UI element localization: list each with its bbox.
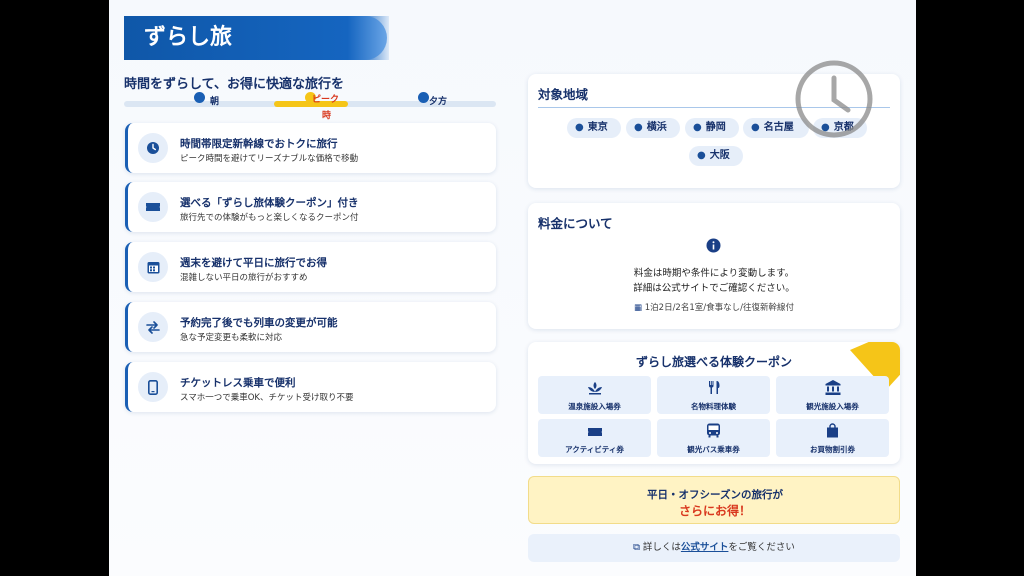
feature-title: 予約完了後でも列車の変更が可能 — [180, 317, 338, 329]
region-chip-yokohama[interactable]: ● 横浜 — [626, 118, 680, 138]
feature-item-weekday[interactable]: 週末を避けて平日に旅行でお得 混雑しない平日の旅行がおすすめ — [125, 242, 496, 292]
timeline-peak-label-2: 時 — [322, 111, 332, 121]
price-note-1: 料金は時期や条件により変動します。 — [633, 268, 795, 279]
feature-desc: スマホ一つで乗車OK、チケット受け取り不要 — [180, 393, 354, 403]
feature-desc: 急な予定変更も柔軟に対応 — [180, 333, 283, 343]
utensils-icon — [657, 380, 770, 399]
region-chip-shizuoka[interactable]: ● 静岡 — [685, 118, 739, 138]
price-plan: ▦ 1泊2日/2名1室/食事なし/往復新幹線付 — [528, 301, 900, 313]
feature-desc: ピーク時間を避けてリーズナブルな価格で移動 — [180, 154, 359, 164]
feature-item-ticketless[interactable]: チケットレス乗車で便利 スマホ一つで乗車OK、チケット受け取り不要 — [125, 362, 496, 412]
region-title: 対象地域 — [538, 87, 589, 102]
calendar-icon: ▦ — [634, 303, 643, 313]
coupon-activity[interactable]: アクティビティ券 — [538, 419, 651, 457]
feature-title: 週末を避けて平日に旅行でお得 — [180, 257, 327, 269]
timeline-evening-dot — [418, 92, 429, 103]
promo-banner: 平日・オフシーズンの旅行が さらにお得！ — [528, 476, 900, 524]
coupon-shopping[interactable]: お買物割引券 — [776, 419, 889, 457]
hero-subtitle: 時間をずらして、お得に快適な旅行を — [124, 77, 344, 92]
ticket-icon — [138, 192, 168, 222]
price-plan-text: 1泊2日/2名1室/食事なし/往復新幹線付 — [644, 303, 794, 313]
feature-item-shinkansen[interactable]: 時間帯限定新幹線でおトクに旅行 ピーク時間を避けてリーズナブルな価格で移動 — [125, 123, 496, 173]
feature-desc: 混雑しない平日の旅行がおすすめ — [180, 273, 308, 283]
coupon-sightseeing-bus[interactable]: 観光バス乗車券 — [657, 419, 770, 457]
ticket-icon — [538, 423, 651, 442]
link-prefix: 詳しくは — [642, 542, 681, 553]
clock-icon — [793, 58, 875, 140]
promo-line-1: 平日・オフシーズンの旅行が — [647, 489, 783, 501]
swap-icon — [138, 312, 168, 342]
price-title: 料金について — [538, 216, 613, 231]
feature-desc: 旅行先での体験がもっと楽しくなるクーポン付 — [180, 213, 359, 223]
timeline-morning-dot — [194, 92, 205, 103]
bus-icon — [657, 423, 770, 442]
map-pin-icon: ● — [697, 150, 706, 161]
coupon-title: ずらし旅選べる体験クーポン — [635, 355, 792, 369]
price-note-2: 詳細は公式サイトでご確認ください。 — [633, 283, 795, 294]
timeline-morning-label: 朝 — [210, 97, 220, 107]
feature-item-coupon[interactable]: 選べる「ずらし旅体験クーポン」付き 旅行先での体験がもっと楽しくなるクーポン付 — [125, 182, 496, 232]
coupon-local-food[interactable]: 名物料理体験 — [657, 376, 770, 414]
map-pin-icon: ● — [693, 122, 702, 133]
map-pin-icon: ● — [634, 122, 643, 133]
feature-title: チケットレス乗車で便利 — [180, 377, 296, 389]
timeline-evening-label: 夕方 — [429, 97, 448, 107]
promo-line-2: さらにお得！ — [678, 504, 751, 518]
coupon-hot-spring[interactable]: 温泉施設入場券 — [538, 376, 651, 414]
timeline-peak-label: ピーク — [312, 95, 340, 105]
price-card: 料金について 料金は時期や条件により変動します。 詳細は公式サイトでご確認くださ… — [528, 203, 900, 329]
feature-title: 時間帯限定新幹線でおトクに旅行 — [180, 138, 338, 150]
region-chip-tokyo[interactable]: ● 東京 — [567, 118, 621, 138]
info-icon — [706, 238, 721, 257]
calendar-icon — [138, 252, 168, 282]
official-site-link[interactable]: 公式サイト — [681, 542, 729, 553]
feature-item-change-train[interactable]: 予約完了後でも列車の変更が可能 急な予定変更も柔軟に対応 — [125, 302, 496, 352]
smartphone-icon — [138, 372, 168, 402]
shopping-bag-icon — [776, 423, 889, 442]
landmark-icon — [776, 380, 889, 399]
coupon-sightseeing[interactable]: 観光施設入場券 — [776, 376, 889, 414]
page-title: ずらし旅 — [124, 16, 387, 60]
official-site-link-box: ⧉ 詳しくは公式サイトをご覧ください — [528, 534, 900, 562]
coupon-card: ずらし旅選べる体験クーポン 温泉施設入場券 名物料理体験 観光施設入場券 アクテ… — [528, 342, 900, 464]
region-chip-osaka[interactable]: ● 大阪 — [689, 146, 743, 166]
feature-title: 選べる「ずらし旅体験クーポン」付き — [180, 197, 359, 209]
map-pin-icon: ● — [575, 122, 584, 133]
external-link-icon: ⧉ — [633, 542, 640, 553]
spa-icon — [538, 380, 651, 399]
link-suffix: をご覧ください — [728, 542, 795, 553]
map-pin-icon: ● — [751, 122, 760, 133]
page: ずらし旅 時間をずらして、お得に快適な旅行を 朝 ピーク 時 夕方 時間帯限定新… — [109, 0, 916, 576]
clock-icon — [138, 133, 168, 163]
time-timeline: 朝 ピーク 時 夕方 — [124, 92, 496, 121]
